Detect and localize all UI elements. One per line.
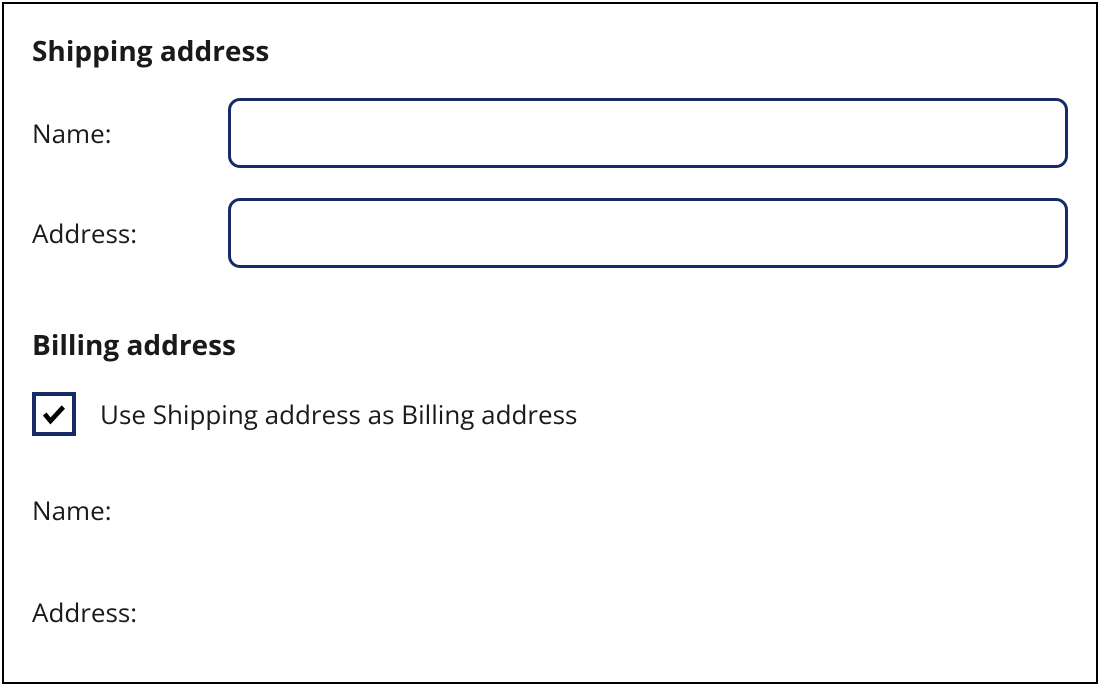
shipping-name-row: Name: bbox=[32, 98, 1068, 168]
billing-section: Billing address Use Shipping address as … bbox=[32, 326, 1068, 630]
shipping-address-input[interactable] bbox=[228, 198, 1068, 268]
shipping-name-label: Name: bbox=[32, 115, 228, 151]
shipping-address-label: Address: bbox=[32, 215, 228, 251]
use-shipping-checkbox-label: Use Shipping address as Billing address bbox=[100, 396, 577, 432]
billing-name-label: Name: bbox=[32, 492, 112, 528]
shipping-name-input[interactable] bbox=[228, 98, 1068, 168]
use-shipping-checkbox-row: Use Shipping address as Billing address bbox=[32, 392, 1068, 436]
check-icon bbox=[40, 400, 68, 428]
billing-name-row: Name: bbox=[32, 492, 1068, 528]
use-shipping-checkbox[interactable] bbox=[32, 392, 76, 436]
billing-heading: Billing address bbox=[32, 326, 1068, 364]
billing-address-label: Address: bbox=[32, 594, 137, 630]
shipping-heading: Shipping address bbox=[32, 32, 1068, 70]
billing-address-row: Address: bbox=[32, 594, 1068, 630]
shipping-address-row: Address: bbox=[32, 198, 1068, 268]
address-form: Shipping address Name: Address: Billing … bbox=[2, 2, 1098, 684]
